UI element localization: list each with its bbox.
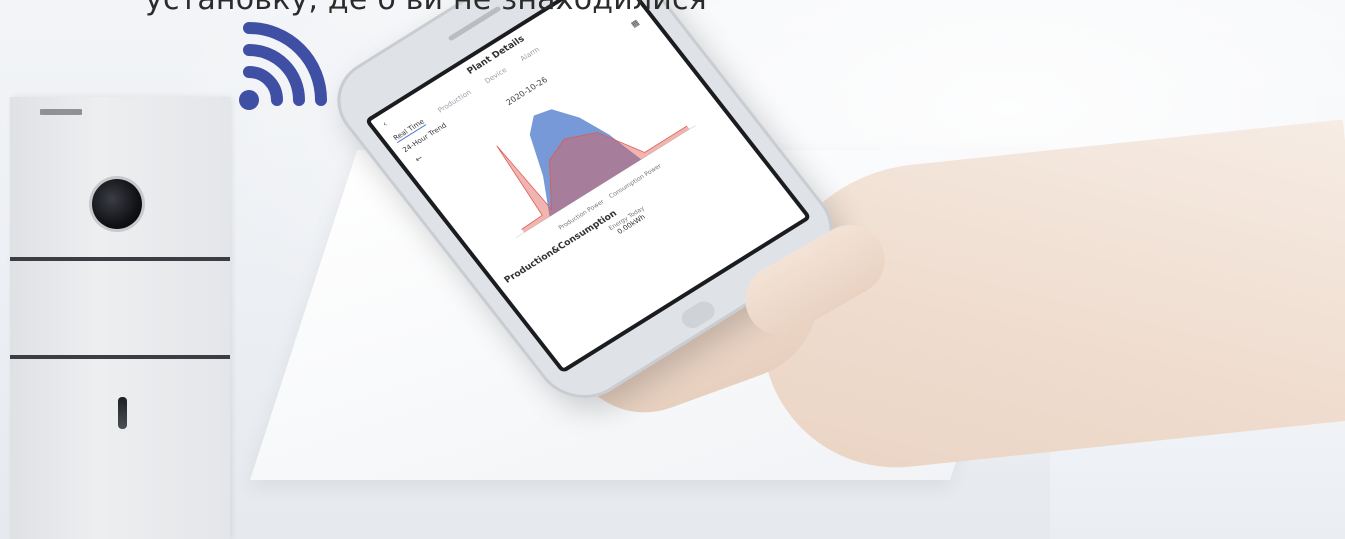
module-seam [10,355,230,359]
hybrid-inverter-unit [10,97,230,539]
headline: установку, де б ви не знаходилися [145,0,707,20]
back-icon[interactable]: ‹ [381,120,390,130]
battery-status-led [118,397,127,429]
brand-logo [40,109,82,115]
prev-date-icon[interactable]: ← [413,153,424,164]
wifi-icon [239,22,327,110]
scene: ‹ Plant Details ⋯ Real Time Production D… [0,0,1345,539]
home-button[interactable] [677,297,719,332]
inverter-display-knob [92,179,142,229]
module-seam [10,257,230,261]
